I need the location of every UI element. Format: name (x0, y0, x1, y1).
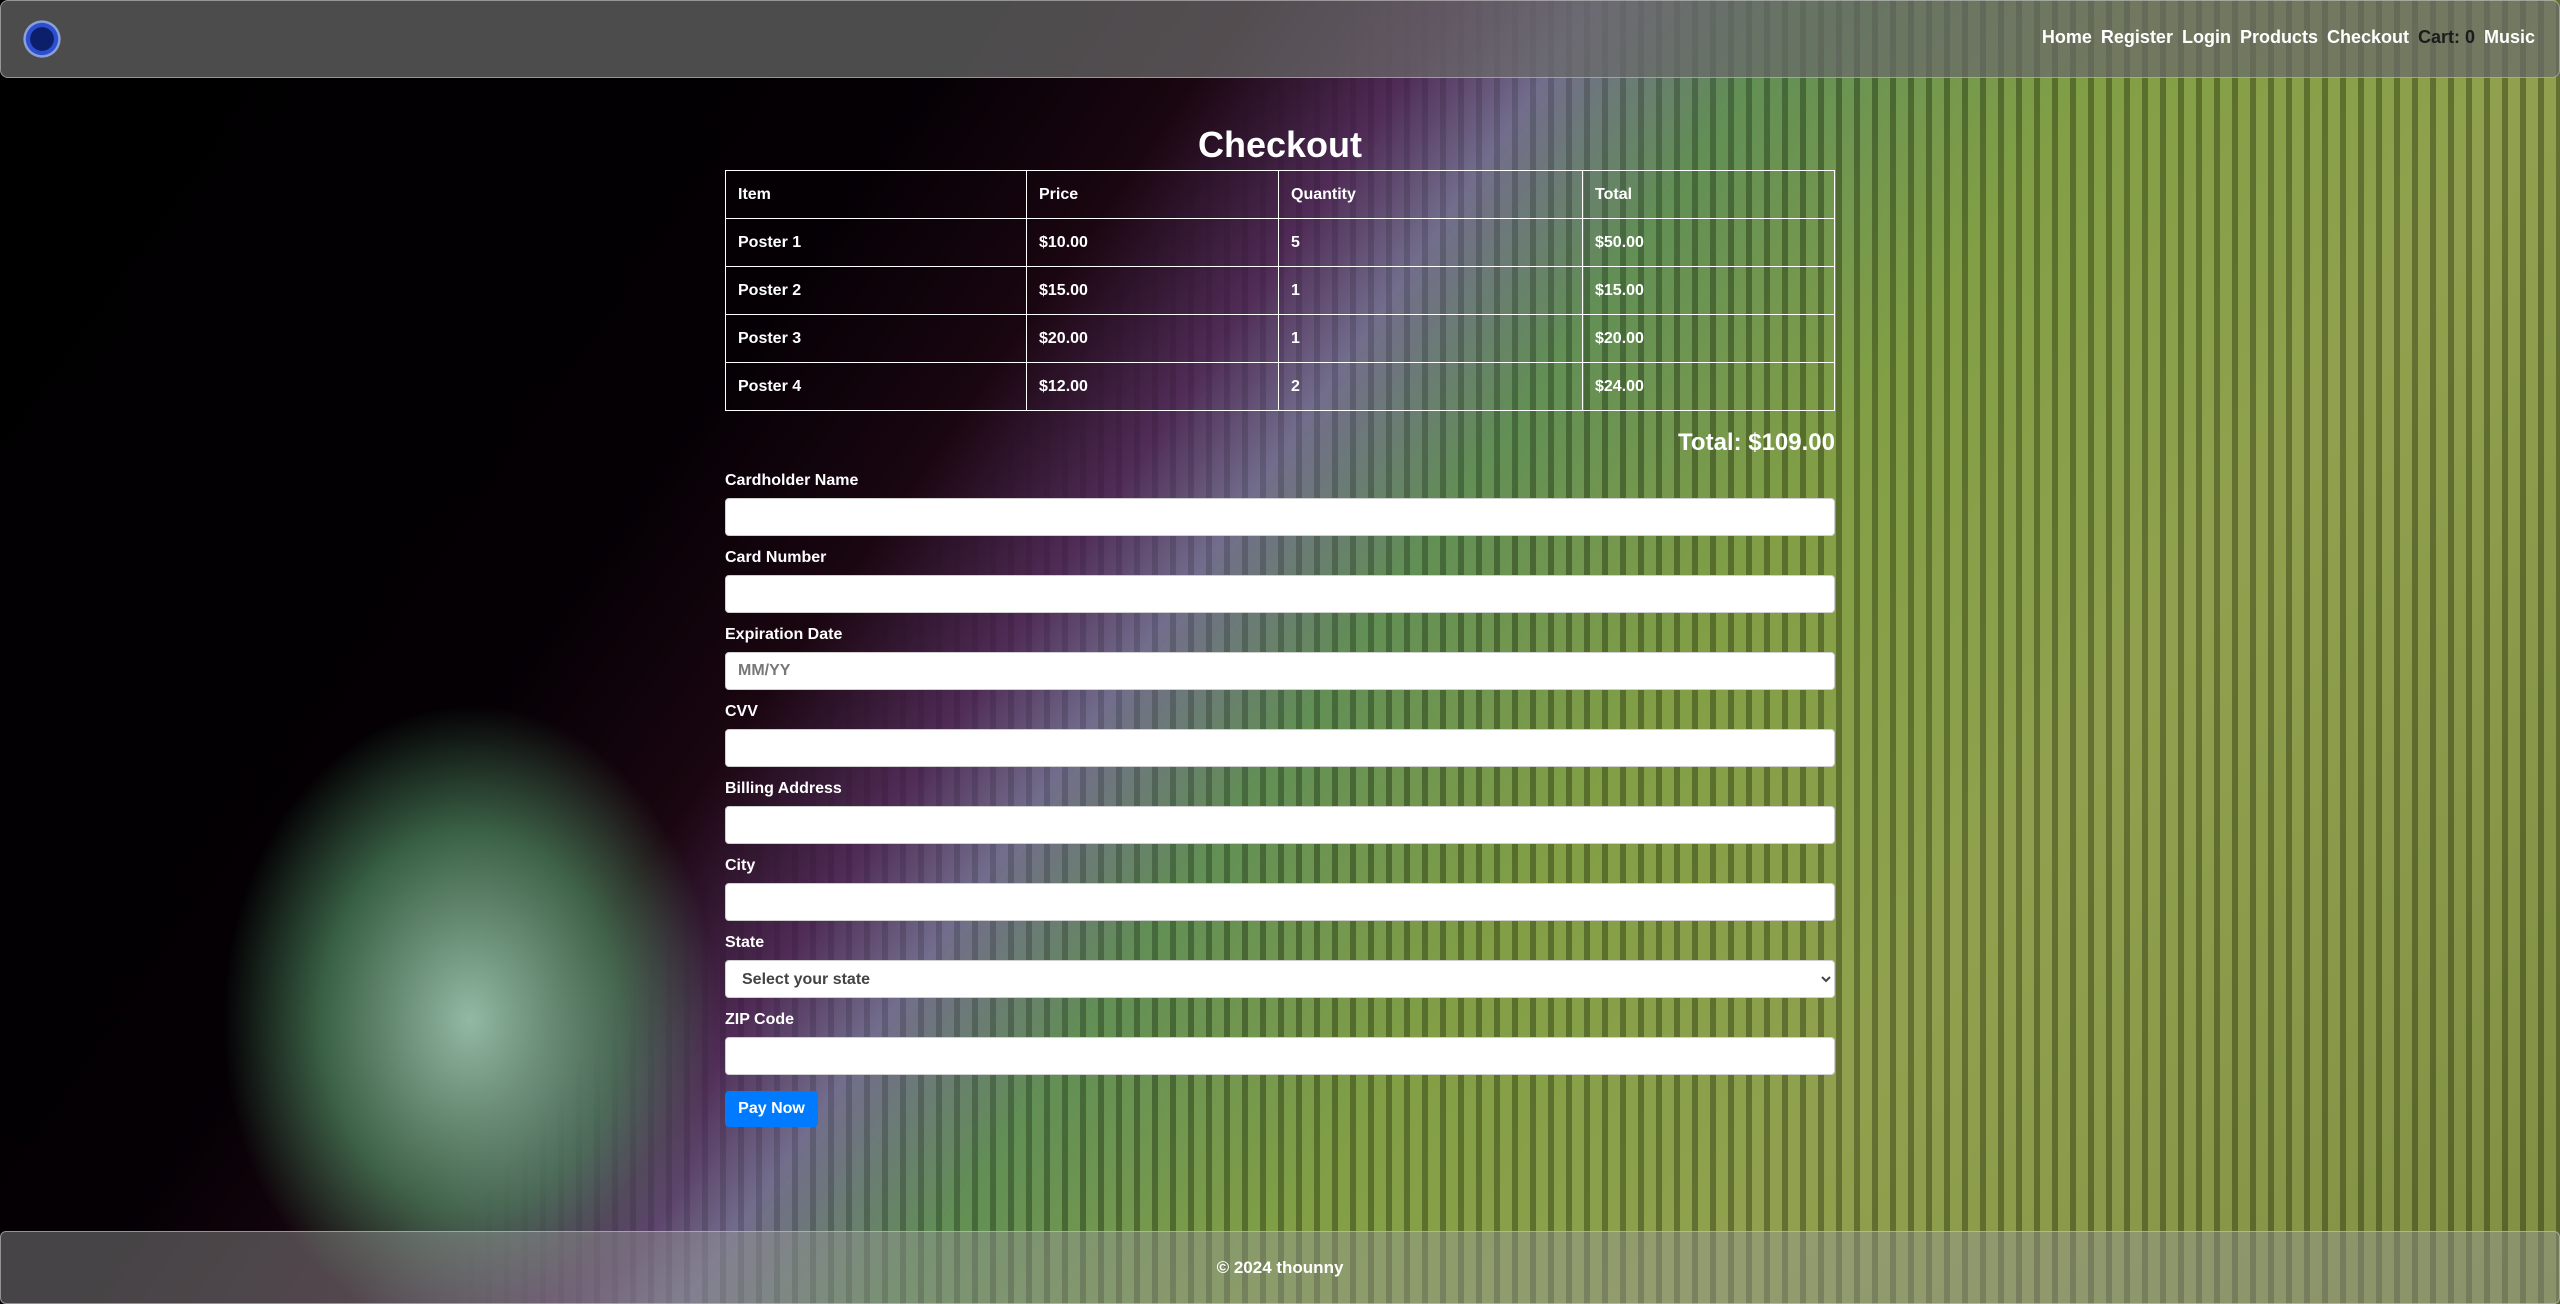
city-label: City (725, 857, 756, 874)
card-number-input[interactable] (725, 575, 1835, 613)
nav-link-products[interactable]: Products (2240, 27, 2318, 48)
nav-link-login[interactable]: Login (2182, 27, 2231, 48)
table-row: Poster 1 $10.00 5 $50.00 (725, 218, 1835, 267)
card-number-label: Card Number (725, 549, 827, 566)
nav-link-home[interactable]: Home (2042, 27, 2092, 48)
cell-item: Poster 4 (725, 362, 1027, 411)
payment-form: Cardholder Name Card Number Expiration D… (725, 472, 1835, 1127)
page-footer: © 2024 thounny (0, 1231, 2560, 1304)
cell-total: $24.00 (1582, 362, 1835, 411)
nav-link-checkout[interactable]: Checkout (2327, 27, 2409, 48)
state-label: State (725, 934, 765, 951)
cell-price: $15.00 (1026, 266, 1279, 315)
column-header-quantity: Quantity (1278, 170, 1583, 219)
table-row: Poster 4 $12.00 2 $24.00 (725, 362, 1835, 411)
city-input[interactable] (725, 883, 1835, 921)
cell-item: Poster 2 (725, 266, 1027, 315)
cardholder-label: Cardholder Name (725, 472, 859, 489)
card-number-field-group: Card Number (725, 549, 1835, 613)
cell-item: Poster 1 (725, 218, 1027, 267)
nav-links: Home Register Login Products Checkout Ca… (2042, 27, 2535, 48)
column-header-total: Total (1582, 170, 1835, 219)
cart-indicator[interactable]: Cart: 0 (2418, 27, 2475, 48)
nav-link-music[interactable]: Music (2484, 27, 2535, 48)
cell-price: $12.00 (1026, 362, 1279, 411)
nav-link-register[interactable]: Register (2101, 27, 2173, 48)
billing-address-field-group: Billing Address (725, 780, 1835, 844)
cvv-input[interactable] (725, 729, 1835, 767)
table-row: Poster 2 $15.00 1 $15.00 (725, 266, 1835, 315)
top-navbar: Home Register Login Products Checkout Ca… (0, 0, 2560, 78)
site-logo-icon[interactable] (19, 19, 65, 59)
table-row: Poster 3 $20.00 1 $20.00 (725, 314, 1835, 363)
pay-now-button[interactable]: Pay Now (725, 1091, 818, 1127)
zip-code-input[interactable] (725, 1037, 1835, 1075)
cell-total: $15.00 (1582, 266, 1835, 315)
cell-price: $10.00 (1026, 218, 1279, 267)
cell-total: $50.00 (1582, 218, 1835, 267)
billing-address-input[interactable] (725, 806, 1835, 844)
cardholder-field-group: Cardholder Name (725, 472, 1835, 536)
cell-quantity: 2 (1278, 362, 1583, 411)
column-header-price: Price (1026, 170, 1279, 219)
cell-item: Poster 3 (725, 314, 1027, 363)
cell-price: $20.00 (1026, 314, 1279, 363)
cell-quantity: 1 (1278, 314, 1583, 363)
state-select[interactable]: Select your state (725, 960, 1835, 998)
page-title: Checkout (1197, 124, 1363, 165)
cvv-field-group: CVV (725, 703, 1835, 767)
expiration-label: Expiration Date (725, 626, 843, 643)
cvv-label: CVV (725, 703, 758, 720)
state-field-group: State Select your state (725, 934, 1835, 998)
table-header-row: Item Price Quantity Total (725, 170, 1835, 219)
order-total: Total: $109.00 (1678, 429, 1835, 456)
cell-total: $20.00 (1582, 314, 1835, 363)
city-field-group: City (725, 857, 1835, 921)
billing-address-label: Billing Address (725, 780, 842, 797)
cell-quantity: 5 (1278, 218, 1583, 267)
column-header-item: Item (725, 170, 1027, 219)
expiration-date-input[interactable] (725, 652, 1835, 690)
zip-field-group: ZIP Code (725, 1011, 1835, 1075)
checkout-main: Checkout Item Price Quantity Total Poste… (725, 120, 1835, 1127)
cardholder-name-input[interactable] (725, 498, 1835, 536)
cell-quantity: 1 (1278, 266, 1583, 315)
cart-items-table: Item Price Quantity Total Poster 1 $10.0… (725, 170, 1835, 411)
expiration-field-group: Expiration Date (725, 626, 1835, 690)
zip-label: ZIP Code (725, 1011, 795, 1028)
footer-copyright: © 2024 thounny (1216, 1258, 1344, 1277)
